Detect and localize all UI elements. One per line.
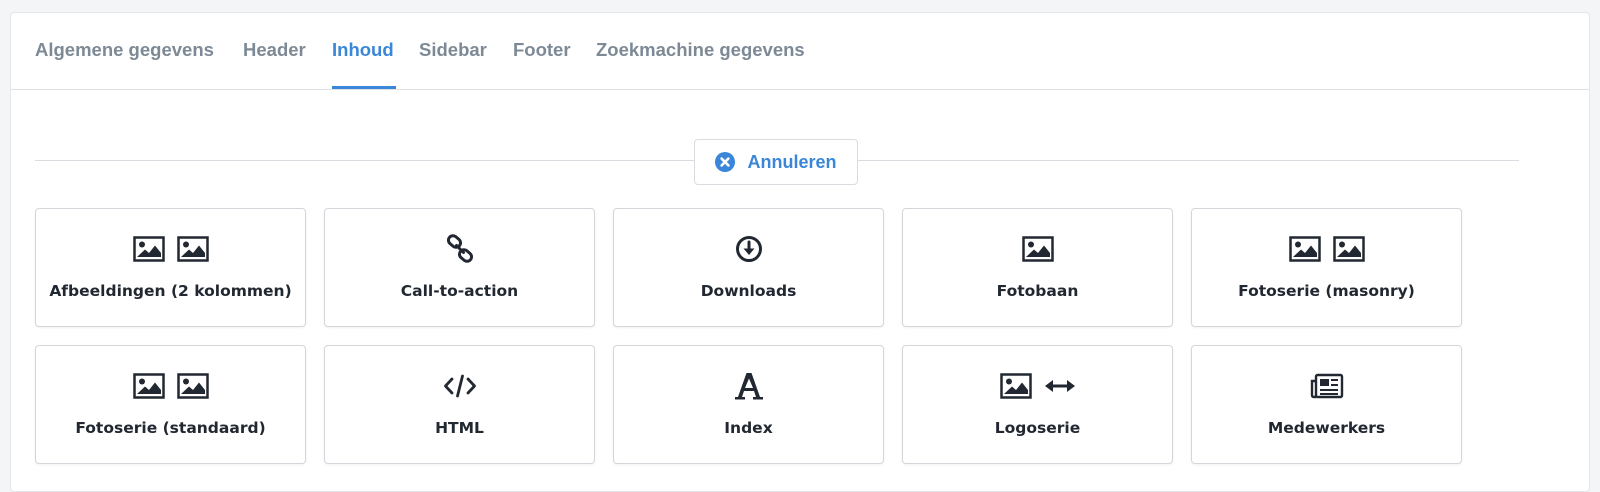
block-fotobaan[interactable]: Fotobaan xyxy=(902,208,1173,327)
tab-sidebar[interactable]: Sidebar xyxy=(419,39,487,61)
block-index[interactable]: Index xyxy=(613,345,884,464)
cancel-button[interactable]: Annuleren xyxy=(694,139,858,185)
link-icon xyxy=(446,234,473,263)
newspaper-icon xyxy=(1310,373,1343,399)
image-icon xyxy=(999,373,1032,399)
code-icon xyxy=(443,374,476,398)
block-downloads[interactable]: Downloads xyxy=(613,208,884,327)
block-label: Afbeeldingen (2 kolommen) xyxy=(49,282,292,300)
arrows-horizontal-icon xyxy=(1044,380,1075,392)
active-tab-indicator xyxy=(332,86,396,89)
image-icon xyxy=(132,373,165,399)
image-icon xyxy=(1332,236,1365,262)
download-circle-icon xyxy=(735,236,762,262)
block-html[interactable]: HTML xyxy=(324,345,595,464)
tab-zoekmachine-gegevens[interactable]: Zoekmachine gegevens xyxy=(596,39,805,61)
image-icon xyxy=(1288,236,1321,262)
block-label: Logoserie xyxy=(994,419,1081,437)
block-fotoserie-masonry[interactable]: Fotoserie (masonry) xyxy=(1191,208,1462,327)
block-label: Downloads xyxy=(700,282,797,300)
block-medewerkers[interactable]: Medewerkers xyxy=(1191,345,1462,464)
image-icon xyxy=(1021,236,1054,262)
tab-bar: Algemene gegevens Header Inhoud Sidebar … xyxy=(11,13,1589,90)
block-logoserie[interactable]: Logoserie xyxy=(902,345,1173,464)
tab-algemene-gegevens[interactable]: Algemene gegevens xyxy=(35,39,214,61)
editor-panel: Algemene gegevens Header Inhoud Sidebar … xyxy=(10,12,1590,492)
block-label: HTML xyxy=(435,419,484,437)
block-label: Fotoserie (standaard) xyxy=(75,419,266,437)
image-icon xyxy=(176,236,209,262)
block-label: Index xyxy=(724,419,773,437)
block-label: Call-to-action xyxy=(400,282,519,300)
block-call-to-action[interactable]: Call-to-action xyxy=(324,208,595,327)
content-block-grid: Afbeeldingen (2 kolommen) Call-to-action… xyxy=(35,208,1462,464)
block-fotoserie-standaard[interactable]: Fotoserie (standaard) xyxy=(35,345,306,464)
image-icon xyxy=(176,373,209,399)
font-a-icon xyxy=(734,373,763,400)
tab-footer[interactable]: Footer xyxy=(513,39,571,61)
block-afbeeldingen-2-kolommen[interactable]: Afbeeldingen (2 kolommen) xyxy=(35,208,306,327)
image-icon xyxy=(132,236,165,262)
block-label: Medewerkers xyxy=(1267,419,1386,437)
block-label: Fotoserie (masonry) xyxy=(1238,282,1415,300)
tab-inhoud[interactable]: Inhoud xyxy=(332,39,394,61)
tab-header[interactable]: Header xyxy=(243,39,306,61)
times-circle-icon xyxy=(715,152,736,172)
cancel-button-label: Annuleren xyxy=(747,151,837,172)
block-label: Fotobaan xyxy=(996,282,1079,300)
